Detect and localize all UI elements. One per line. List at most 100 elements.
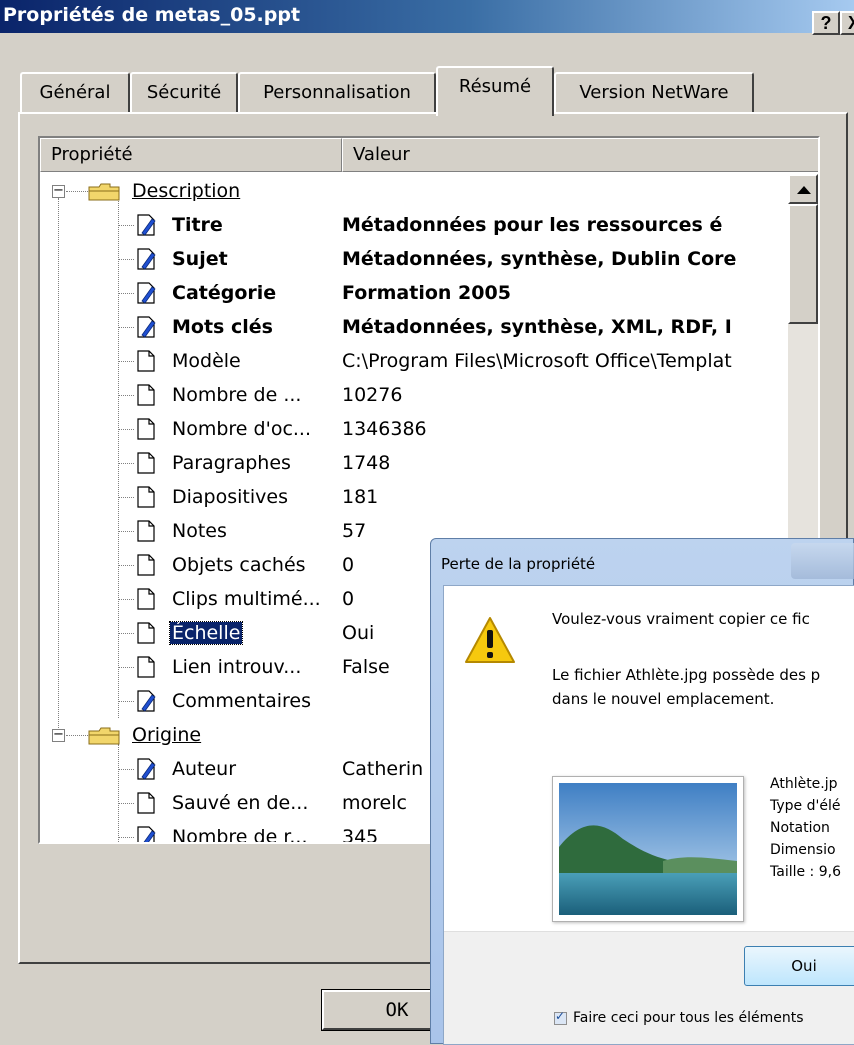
window-title: Propriétés de metas_05.ppt <box>3 4 301 26</box>
document-icon <box>136 384 156 406</box>
property-row[interactable]: Sujet Métadonnées, synthèse, Dublin Core <box>40 242 780 276</box>
tree-line <box>118 667 134 668</box>
property-name: Objets cachés <box>172 548 306 582</box>
document-icon <box>136 554 156 576</box>
document-icon <box>136 656 156 678</box>
property-value: 1748 <box>342 452 391 474</box>
edit-icon <box>136 248 156 270</box>
property-name-text: Nombre de ... <box>172 384 302 406</box>
apply-all-label: Faire ceci pour tous les éléments <box>573 1010 804 1026</box>
property-name-text: Auteur <box>172 758 237 780</box>
property-name: Auteur <box>172 752 236 786</box>
tree-line <box>118 531 134 532</box>
property-name-text: Échelle <box>168 621 244 645</box>
scroll-up-arrow-icon[interactable] <box>788 174 818 204</box>
help-button[interactable]: ? <box>812 11 840 35</box>
edit-icon <box>136 214 156 236</box>
property-row[interactable]: Paragraphes 1748 <box>40 446 780 480</box>
file-meta-size: Taille : 9,6 <box>770 864 841 880</box>
document-icon <box>136 350 156 372</box>
property-value: Métadonnées pour les ressources é <box>342 214 723 236</box>
property-name-text: Diapositives <box>172 486 288 508</box>
property-row[interactable]: Nombre de ... 10276 <box>40 378 780 412</box>
property-name-text: Catégorie <box>172 282 277 304</box>
property-name: Nombre d'oc... <box>172 412 311 446</box>
property-loss-dialog: Perte de la propriété Voulez-vous vraime… <box>430 538 854 1045</box>
collapse-toggle-icon[interactable]: − <box>52 728 65 742</box>
property-name-text: Clips multimé... <box>172 588 321 610</box>
property-name: Paragraphes <box>172 446 291 480</box>
tree-line <box>118 463 134 464</box>
property-name: Sauvé en de... <box>172 786 308 820</box>
tree-line <box>118 769 134 770</box>
tree-line <box>118 701 134 702</box>
tree-line <box>118 327 134 328</box>
property-row[interactable]: Mots clés Métadonnées, synthèse, XML, RDF… <box>40 310 780 344</box>
property-name-text: Sujet <box>172 248 228 270</box>
apply-all-checkbox[interactable] <box>554 1009 567 1025</box>
property-name: Notes <box>172 514 227 548</box>
document-icon <box>136 520 156 542</box>
property-name: Modèle <box>172 344 241 378</box>
edit-icon <box>136 690 156 712</box>
tab-general[interactable]: Général <box>20 72 130 112</box>
tree-line <box>118 225 134 226</box>
property-name-text: Paragraphes <box>172 452 291 474</box>
property-name-text: Objets cachés <box>172 554 306 576</box>
tab-personnalisation[interactable]: Personnalisation <box>238 72 436 112</box>
group-label[interactable]: Origine <box>132 718 201 752</box>
tab-resume[interactable]: Résumé <box>436 66 554 116</box>
property-name-text: Notes <box>172 520 227 542</box>
collapse-toggle-icon[interactable]: − <box>52 184 65 198</box>
file-meta-name: Athlète.jp <box>770 776 838 792</box>
tree-line <box>118 837 134 838</box>
property-value: 181 <box>342 486 379 508</box>
property-name-text: Modèle <box>172 350 241 372</box>
property-name-text: Mots clés <box>172 316 273 338</box>
dialog-caption-button[interactable] <box>791 543 854 579</box>
edit-icon <box>136 826 156 842</box>
property-name: Catégorie <box>172 276 276 310</box>
property-row[interactable]: Titre Métadonnées pour les ressources é <box>40 208 780 242</box>
edit-icon <box>136 282 156 304</box>
property-name: Sujet <box>172 242 228 276</box>
image-thumbnail <box>552 776 744 922</box>
dialog-title: Perte de la propriété <box>441 555 596 573</box>
file-meta-rating: Notation <box>770 820 830 836</box>
property-name-text: Titre <box>172 214 223 236</box>
scroll-thumb[interactable] <box>788 204 818 324</box>
property-name: Nombre de r... <box>172 820 308 844</box>
warning-icon <box>465 617 515 663</box>
dialog-info-line: Le fichier Athlète.jpg possède des p <box>552 666 821 684</box>
property-name-text: Sauvé en de... <box>172 792 309 814</box>
property-row[interactable]: Diapositives 181 <box>40 480 780 514</box>
tree-group[interactable]: − Description <box>40 174 780 208</box>
tree-line <box>118 633 134 634</box>
tree-line <box>118 599 134 600</box>
dialog-body: Voulez-vous vraiment copier ce fic Le fi… <box>443 585 854 1045</box>
property-row[interactable]: Nombre d'oc... 1346386 <box>40 412 780 446</box>
tab-securite[interactable]: Sécurité <box>130 72 238 112</box>
dialog-footer: Oui Faire ceci pour tous les éléments <box>444 931 854 1044</box>
column-header-value[interactable]: Valeur <box>342 138 818 172</box>
tree-line <box>118 259 134 260</box>
property-row[interactable]: Catégorie Formation 2005 <box>40 276 780 310</box>
property-row[interactable]: Modèle C:\Program Files\Microsoft Office\… <box>40 344 780 378</box>
edit-icon <box>136 316 156 338</box>
close-button[interactable]: X <box>840 11 854 35</box>
apply-all-checkbox-row[interactable]: Faire ceci pour tous les éléments <box>554 1009 804 1026</box>
property-name: Nombre de ... <box>172 378 301 412</box>
property-name-text: Commentaires <box>172 690 311 712</box>
property-name-text: Nombre de r... <box>172 826 308 844</box>
group-label[interactable]: Description <box>132 174 240 208</box>
property-name: Clips multimé... <box>172 582 321 616</box>
document-icon <box>136 792 156 814</box>
column-header-property[interactable]: Propriété <box>40 138 342 172</box>
title-bar[interactable]: Propriétés de metas_05.ppt ? X <box>0 0 854 35</box>
property-value: C:\Program Files\Microsoft Office\Templa… <box>342 350 732 372</box>
dialog-info-line: dans le nouvel emplacement. <box>552 690 775 708</box>
tree-line <box>118 497 134 498</box>
tree-line <box>118 803 134 804</box>
yes-button[interactable]: Oui <box>744 946 854 986</box>
tab-version-netware[interactable]: Version NetWare <box>554 72 754 112</box>
